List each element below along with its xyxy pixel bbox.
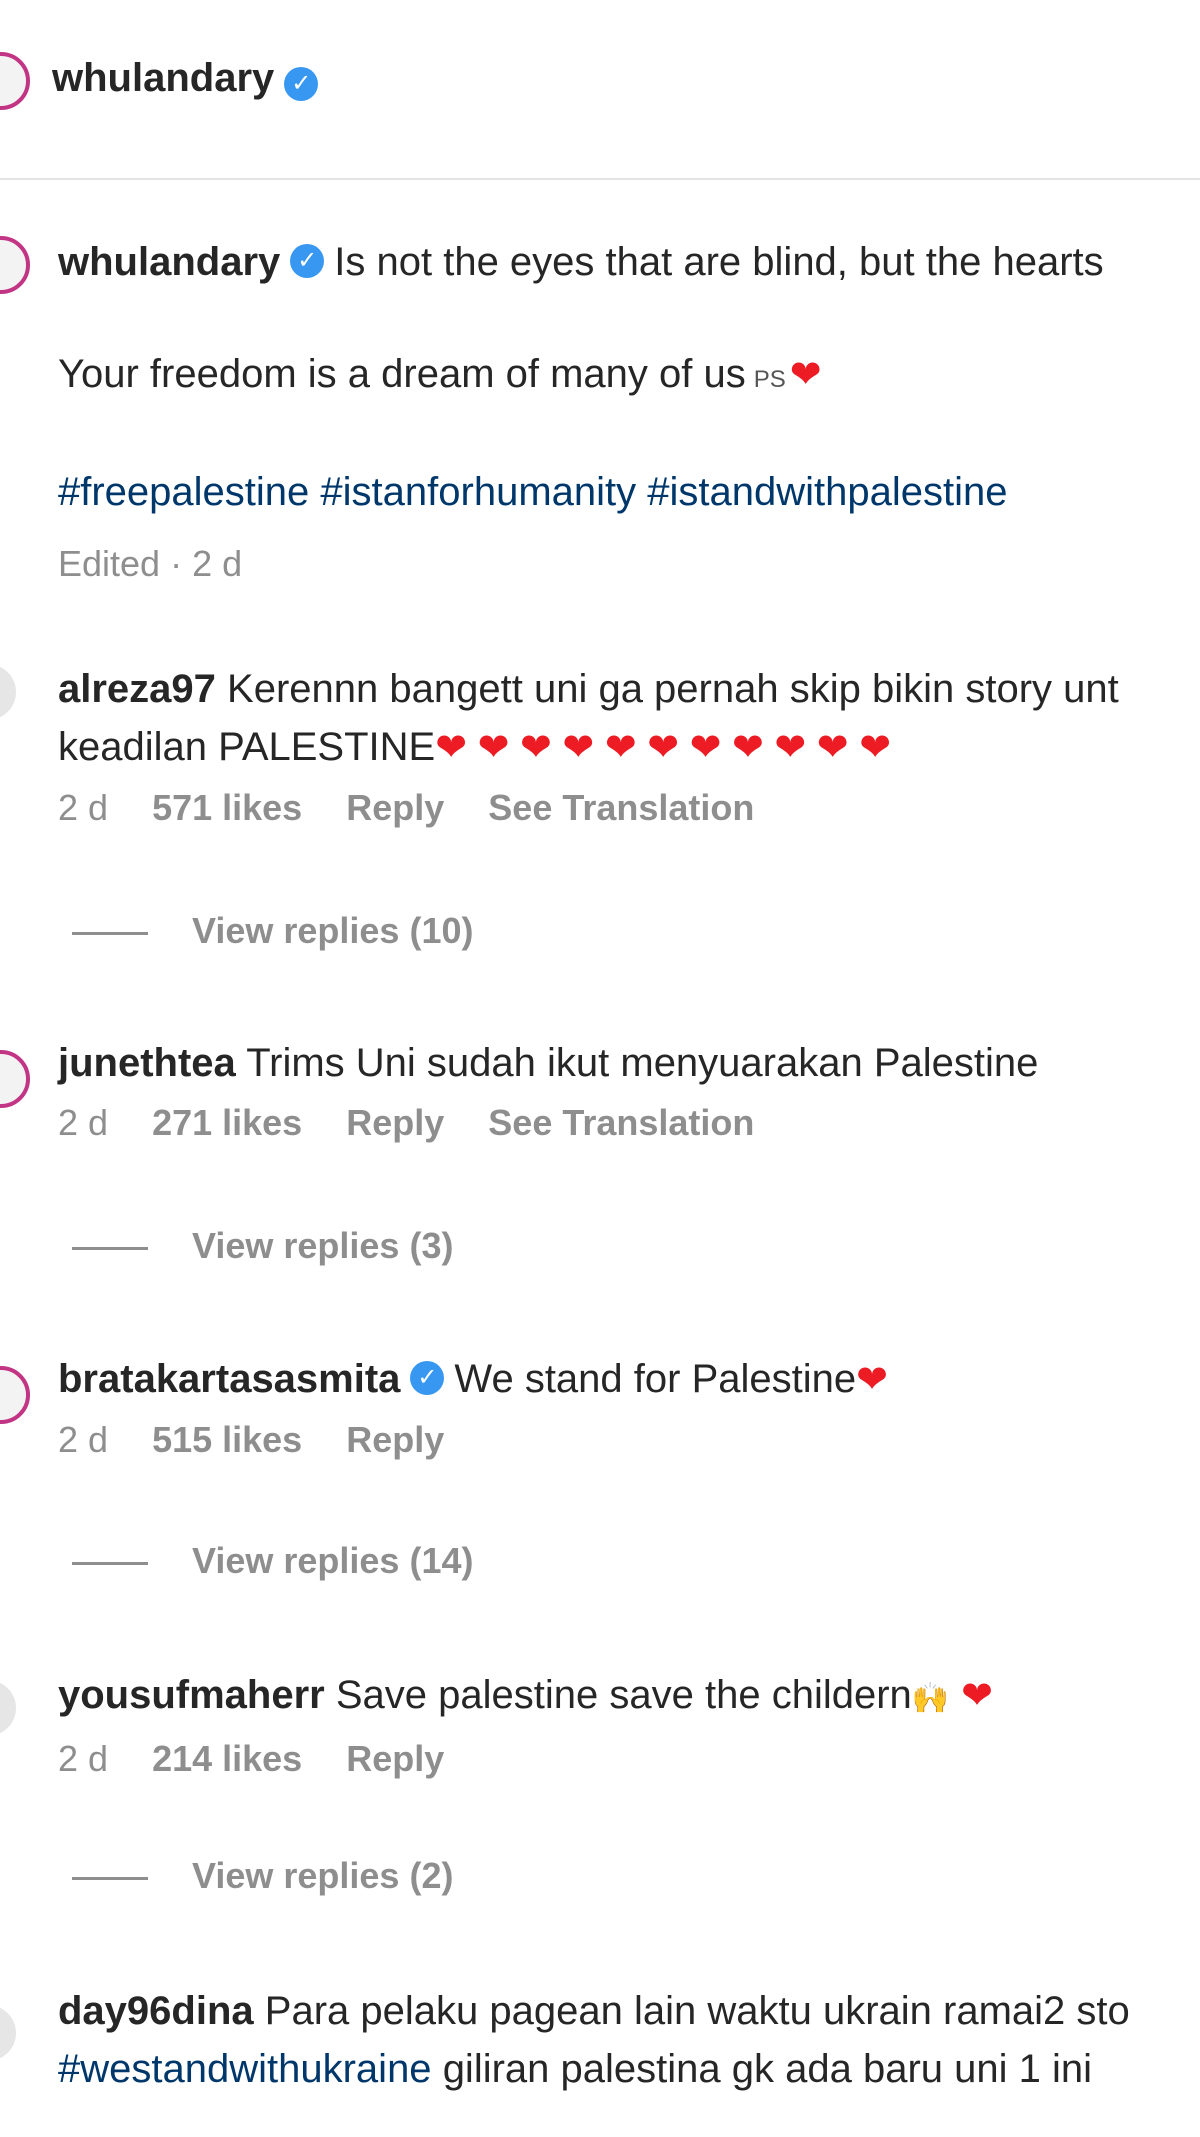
comment-meta: 2 d 214 likes Reply	[58, 1738, 993, 1780]
heart-emoji-icon: ❤ ❤ ❤ ❤ ❤ ❤ ❤ ❤ ❤ ❤ ❤	[435, 727, 892, 769]
see-translation-button[interactable]: See Translation	[488, 1102, 754, 1143]
caption-edited-time: Edited · 2 d	[58, 543, 243, 584]
comment-username[interactable]: bratakartasasmita	[58, 1357, 400, 1401]
caption-hashtags: #freepalestine #istanforhumanity #istand…	[58, 463, 1104, 521]
comment-avatar[interactable]	[0, 1680, 16, 1736]
comment-item: bratakartasasmita ✓ We stand for Palestine…	[58, 1350, 888, 1461]
caption-text-2: Your freedom is a dream of many of us	[58, 352, 746, 396]
comment-avatar[interactable]	[0, 2005, 16, 2061]
view-replies-label[interactable]: View replies (10)	[192, 910, 473, 951]
view-replies-label[interactable]: View replies (2)	[192, 1855, 453, 1896]
caption-username[interactable]: whulandary	[58, 240, 280, 284]
dash-divider	[72, 1246, 148, 1250]
comment-likes[interactable]: 515 likes	[152, 1419, 302, 1460]
comment-text: Kerennn bangett uni ga pernah skip bikin…	[227, 667, 1119, 711]
caption-meta: Edited · 2 d	[58, 543, 1104, 585]
hashtag-link[interactable]: #freepalestine	[58, 470, 309, 514]
see-translation-button[interactable]: See Translation	[488, 787, 754, 828]
reply-button[interactable]: Reply	[346, 1419, 444, 1460]
comment-item: day96dina Para pelaku pagean lain waktu …	[58, 1982, 1130, 2098]
comment-avatar[interactable]	[0, 1050, 30, 1108]
verified-badge-icon: ✓	[284, 66, 319, 101]
comment-meta: 2 d 515 likes Reply	[58, 1419, 888, 1461]
comment-avatar[interactable]	[0, 1366, 30, 1424]
dash-divider	[72, 931, 148, 935]
comment-item: alreza97 Kerennn bangett uni ga pernah s…	[58, 660, 1119, 829]
comment-text: Save palestine save the childern	[335, 1673, 912, 1717]
comment-text: Para pelaku pagean lain waktu ukrain ram…	[264, 1989, 1130, 2033]
comment-username[interactable]: junethtea	[58, 1041, 236, 1085]
heart-emoji-icon: ❤	[856, 1359, 888, 1401]
view-replies-button[interactable]: View replies (14)	[72, 1540, 473, 1582]
comment-likes[interactable]: 571 likes	[152, 787, 302, 828]
comment-meta: 2 d 571 likes Reply See Translation	[58, 787, 1119, 829]
verified-badge-icon: ✓	[410, 1361, 445, 1396]
caption-avatar[interactable]	[0, 236, 30, 294]
heart-emoji-icon: ❤	[961, 1675, 993, 1717]
dash-divider	[72, 1876, 148, 1880]
comment-avatar[interactable]	[0, 664, 16, 720]
comment-text-2: giliran palestina gk ada baru uni 1 ini	[442, 2047, 1093, 2091]
comment-line1: junethtea Trims Uni sudah ikut menyuarak…	[58, 1034, 1038, 1092]
header-username-row: whulandary ✓	[52, 56, 319, 104]
caption-line1: whulandary ✓ Is not the eyes that are blin…	[58, 233, 1104, 291]
comment-item: junethtea Trims Uni sudah ikut menyuarak…	[58, 1034, 1038, 1144]
view-replies-button[interactable]: View replies (10)	[72, 910, 473, 952]
heart-emoji-icon: ❤	[789, 354, 822, 396]
verified-badge-icon: ✓	[290, 244, 325, 279]
avatar[interactable]	[0, 52, 30, 110]
hashtag-link[interactable]: #istanforhumanity	[320, 470, 636, 514]
comment-item: yousufmaherr Save palestine save the chi…	[58, 1666, 993, 1780]
reply-button[interactable]: Reply	[346, 1102, 444, 1143]
comment-meta: 2 d 271 likes Reply See Translation	[58, 1102, 1038, 1144]
hashtag-link[interactable]: #istandwithpalestine	[647, 470, 1007, 514]
comment-line1: bratakartasasmita ✓ We stand for Palestine…	[58, 1350, 888, 1409]
comment-time: 2 d	[58, 1102, 109, 1143]
comment-text: Trims Uni sudah ikut menyuarakan Palesti…	[246, 1041, 1039, 1085]
comment-username[interactable]: yousufmaherr	[58, 1673, 325, 1717]
reply-button[interactable]: Reply	[346, 787, 444, 828]
view-replies-button[interactable]: View replies (3)	[72, 1225, 453, 1267]
comment-username[interactable]: day96dina	[58, 1989, 254, 2033]
comment-time: 2 d	[58, 1419, 109, 1460]
view-replies-label[interactable]: View replies (14)	[192, 1540, 473, 1581]
comment-username[interactable]: alreza97	[58, 667, 216, 711]
reply-button[interactable]: Reply	[346, 1738, 444, 1779]
comment-line1: day96dina Para pelaku pagean lain waktu …	[58, 1982, 1130, 2040]
comment-time: 2 d	[58, 787, 109, 828]
comment-line1: yousufmaherr Save palestine save the chi…	[58, 1666, 993, 1728]
caption-line2: Your freedom is a dream of many of us PS ❤	[58, 345, 1104, 409]
view-replies-button[interactable]: View replies (2)	[72, 1855, 453, 1897]
comment-likes[interactable]: 271 likes	[152, 1102, 302, 1143]
comment-line1: alreza97 Kerennn bangett uni ga pernah s…	[58, 660, 1119, 718]
comment-line2: keadilan PALESTINE❤ ❤ ❤ ❤ ❤ ❤ ❤ ❤ ❤ ❤ ❤	[58, 718, 1119, 777]
comment-line2: #westandwithukraine giliran palestina gk…	[58, 2040, 1130, 2098]
caption: whulandary ✓ Is not the eyes that are blin…	[58, 233, 1104, 585]
caption-text-1: Is not the eyes that are blind, but the …	[334, 240, 1104, 284]
comment-likes[interactable]: 214 likes	[152, 1738, 302, 1779]
post-header: whulandary ✓	[0, 0, 1200, 180]
header-username[interactable]: whulandary	[52, 56, 274, 100]
comment-time: 2 d	[58, 1738, 109, 1779]
view-replies-label[interactable]: View replies (3)	[192, 1225, 453, 1266]
hashtag-link[interactable]: #westandwithukraine	[58, 2047, 432, 2091]
flag-ps-icon: PS	[753, 366, 786, 393]
raising-hands-emoji-icon: 🙌	[911, 1682, 950, 1715]
comment-text-2: keadilan PALESTINE	[58, 725, 436, 769]
dash-divider	[72, 1561, 148, 1565]
comment-text: We stand for Palestine	[454, 1357, 857, 1401]
